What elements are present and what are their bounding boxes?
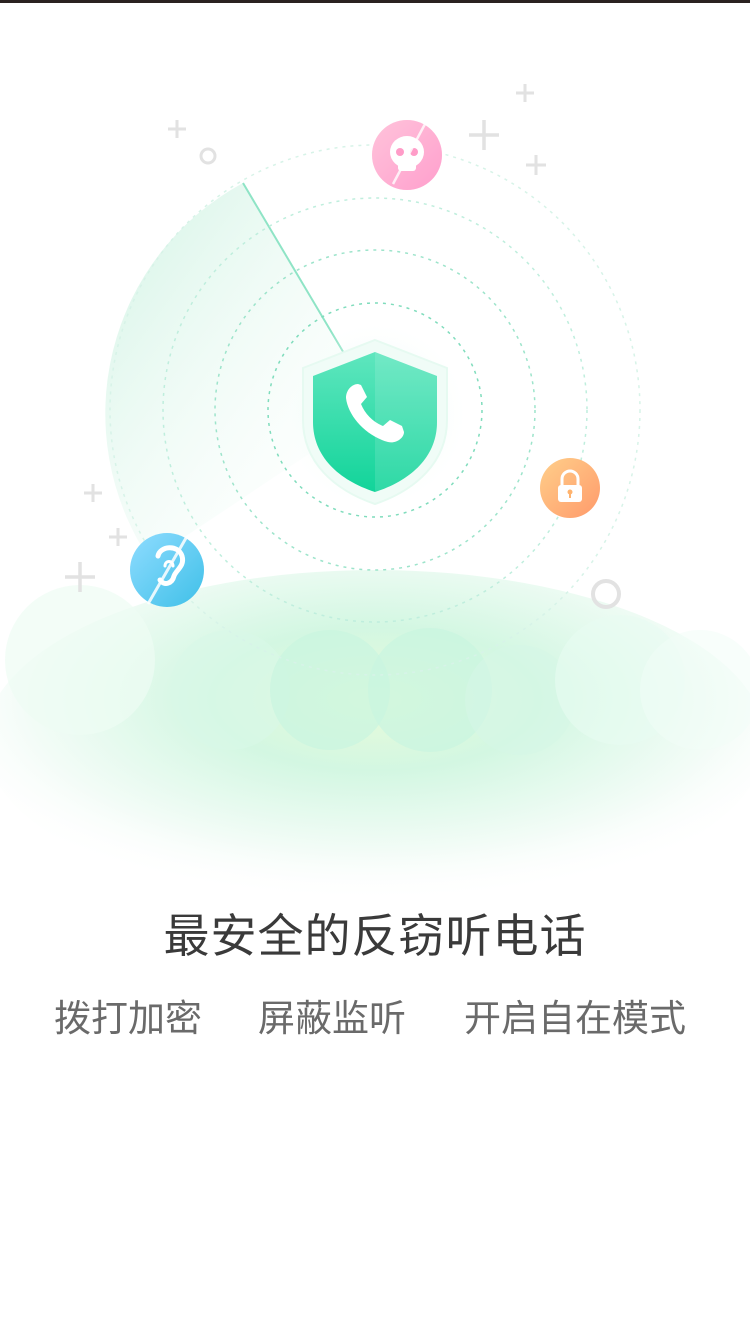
skull-icon <box>372 120 442 190</box>
lock-icon <box>540 458 600 518</box>
anti-eavesdrop-illustration <box>0 84 750 900</box>
feature-item: 屏蔽监听 <box>258 997 406 1040</box>
feature-item: 拨打加密 <box>54 997 202 1040</box>
cloud-shape <box>0 570 750 900</box>
ear-blocked-icon <box>130 533 204 607</box>
feature-list: 拨打加密 屏蔽监听 开启自在模式 <box>0 988 750 1040</box>
shield-phone-icon <box>280 320 470 510</box>
onboarding-screen: 最安全的反窃听电话 拨打加密 屏蔽监听 开启自在模式 <box>0 0 750 1334</box>
feature-item: 开启自在模式 <box>464 997 686 1040</box>
headline: 最安全的反窃听电话 <box>163 909 587 963</box>
